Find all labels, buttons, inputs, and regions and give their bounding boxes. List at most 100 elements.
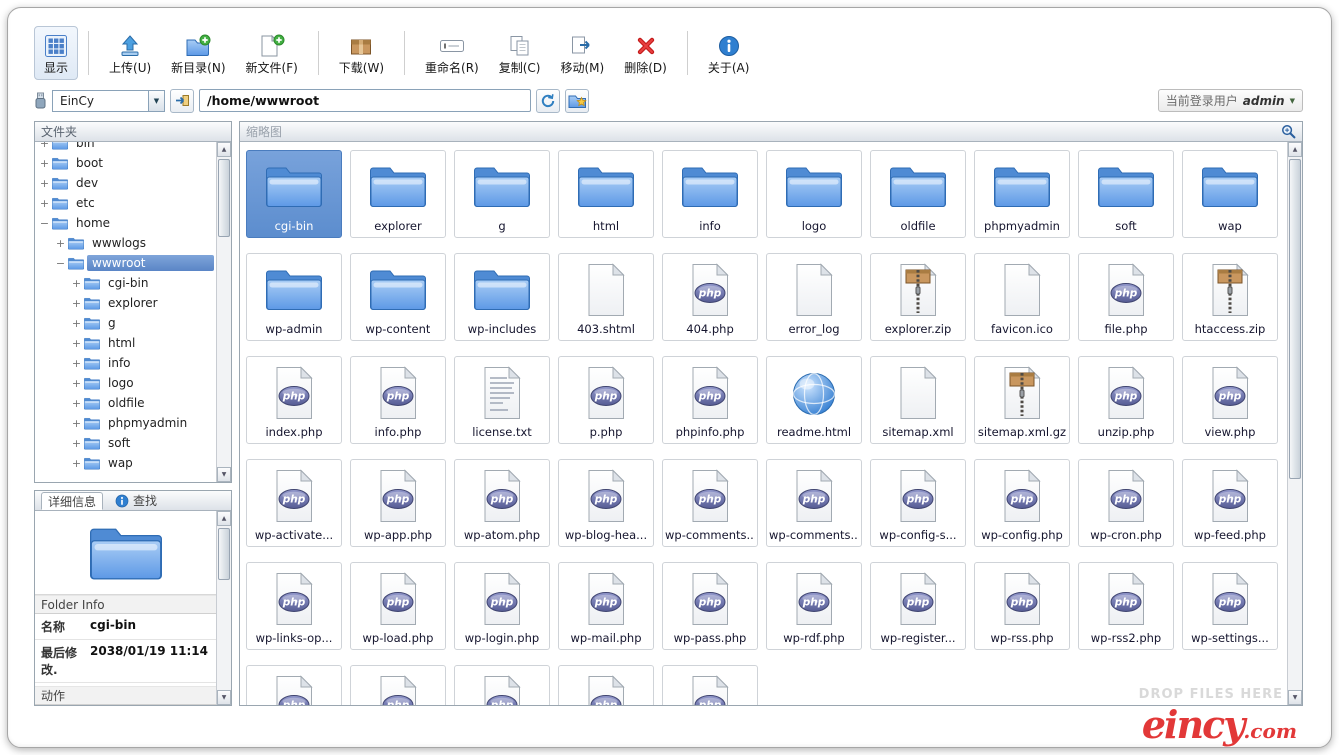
expand-toggle-icon[interactable]: − [39,217,50,230]
toolbar-button-rename[interactable]: 重命名(R) [415,26,489,80]
file-tile-phpmyadmin[interactable]: phpmyadmin [974,150,1070,238]
toolbar-button-delete[interactable]: 删除(D) [614,26,677,80]
expand-toggle-icon[interactable]: + [39,142,50,150]
tree-item-wwwroot[interactable]: − wwwroot [35,253,216,273]
file-tile-wp-mail.php[interactable]: php wp-mail.php [558,562,654,650]
site-combobox[interactable]: EinCy ▼ [52,89,165,112]
tree-item-home[interactable]: − home [35,213,216,233]
tree-item-bin[interactable]: + bin [35,142,216,153]
scroll-up-button[interactable]: ▲ [217,142,231,157]
expand-toggle-icon[interactable]: + [71,337,82,350]
scroll-track[interactable] [217,157,231,467]
toolbar-button-display[interactable]: 显示 [34,26,79,80]
file-tile-wp-rss.php[interactable]: php wp-rss.php [974,562,1070,650]
tree-item-explorer[interactable]: + explorer [35,293,216,313]
file-tile[interactable]: php [246,665,342,705]
tree-item-etc[interactable]: + etc [35,193,216,213]
tree-item-boot[interactable]: + boot [35,153,216,173]
expand-toggle-icon[interactable]: + [71,417,82,430]
file-tile-wp-pass.php[interactable]: php wp-pass.php [662,562,758,650]
toolbar-button-copy[interactable]: 复制(C) [489,26,551,80]
toolbar-button-download[interactable]: 下载(W) [329,26,394,80]
tree-item-cgi-bin[interactable]: + cgi-bin [35,273,216,293]
path-input[interactable] [199,89,531,112]
file-tile-soft[interactable]: soft [1078,150,1174,238]
expand-toggle-icon[interactable]: + [39,157,50,170]
file-tile-wp-blog-hea...[interactable]: php wp-blog-hea... [558,459,654,547]
file-tile-wp-comments...[interactable]: php wp-comments... [662,459,758,547]
file-tile-404.php[interactable]: php 404.php [662,253,758,341]
file-tile-license.txt[interactable]: license.txt [454,356,550,444]
file-tile-wp-app.php[interactable]: php wp-app.php [350,459,446,547]
file-tile-sitemap.xml[interactable]: sitemap.xml [870,356,966,444]
scroll-thumb[interactable] [218,528,230,581]
expand-toggle-icon[interactable]: + [71,277,82,290]
refresh-button[interactable] [536,88,560,113]
file-tile-unzip.php[interactable]: php unzip.php [1078,356,1174,444]
toolbar-button-new-file[interactable]: 新文件(F) [236,26,308,80]
expand-toggle-icon[interactable]: + [39,177,50,190]
go-button[interactable] [170,88,194,113]
file-tile-html[interactable]: html [558,150,654,238]
expand-toggle-icon[interactable]: + [71,437,82,450]
file-tile-wp-rdf.php[interactable]: php wp-rdf.php [766,562,862,650]
scroll-down-button[interactable]: ▼ [217,690,231,705]
file-tile-readme.html[interactable]: readme.html [766,356,862,444]
file-tile-p.php[interactable]: php p.php [558,356,654,444]
tab-details[interactable]: 详细信息 [41,492,104,510]
expand-toggle-icon[interactable]: + [71,377,82,390]
toolbar-button-about[interactable]: 关于(A) [698,26,760,80]
file-tile-info[interactable]: info [662,150,758,238]
file-tile[interactable]: php [350,665,446,705]
tree-item-wap[interactable]: + wap [35,453,216,473]
tab-search[interactable]: 查找 [109,492,163,510]
file-tile-view.php[interactable]: php view.php [1182,356,1278,444]
expand-toggle-icon[interactable]: − [55,257,66,270]
file-tile-wp-activate...[interactable]: php wp-activate... [246,459,342,547]
file-tile-sitemap.xml.gz[interactable]: sitemap.xml.gz [974,356,1070,444]
tree-item-logo[interactable]: + logo [35,373,216,393]
file-tile-oldfile[interactable]: oldfile [870,150,966,238]
file-tile-logo[interactable]: logo [766,150,862,238]
file-tile-cgi-bin[interactable]: cgi-bin [246,150,342,238]
expand-toggle-icon[interactable]: + [71,457,82,470]
file-tile-info.php[interactable]: php info.php [350,356,446,444]
expand-toggle-icon[interactable]: + [71,297,82,310]
tree-item-html[interactable]: + html [35,333,216,353]
tree-item-phpmyadmin[interactable]: + phpmyadmin [35,413,216,433]
file-tile-wp-feed.php[interactable]: php wp-feed.php [1182,459,1278,547]
tree-item-wwwlogs[interactable]: + wwwlogs [35,233,216,253]
file-tile-wp-cron.php[interactable]: php wp-cron.php [1078,459,1174,547]
file-tile-favicon.ico[interactable]: favicon.ico [974,253,1070,341]
file-tile-wp-load.php[interactable]: php wp-load.php [350,562,446,650]
file-tile-wp-links-op...[interactable]: php wp-links-op... [246,562,342,650]
toolbar-button-upload[interactable]: 上传(U) [99,26,161,80]
file-tile[interactable]: php [454,665,550,705]
tree-item-g[interactable]: + g [35,313,216,333]
scroll-thumb[interactable] [218,159,230,237]
file-tile-explorer.zip[interactable]: explorer.zip [870,253,966,341]
file-tile-403.shtml[interactable]: 403.shtml [558,253,654,341]
file-tile-wp-settings...[interactable]: php wp-settings... [1182,562,1278,650]
file-tile-htaccess.zip[interactable]: htaccess.zip [1182,253,1278,341]
file-tile-wap[interactable]: wap [1182,150,1278,238]
expand-toggle-icon[interactable]: + [71,317,82,330]
file-tile-wp-content[interactable]: wp-content [350,253,446,341]
file-tile-explorer[interactable]: explorer [350,150,446,238]
file-tile-wp-config.php[interactable]: php wp-config.php [974,459,1070,547]
favorite-button[interactable] [565,88,589,113]
tree-item-info[interactable]: + info [35,353,216,373]
toolbar-button-move[interactable]: 移动(M) [550,26,614,80]
expand-toggle-icon[interactable]: + [55,237,66,250]
expand-toggle-icon[interactable]: + [71,397,82,410]
file-tile-index.php[interactable]: php index.php [246,356,342,444]
expand-toggle-icon[interactable]: + [71,357,82,370]
current-user-box[interactable]: 当前登录用户 admin ▼ [1157,89,1303,112]
file-tile-error_log[interactable]: error_log [766,253,862,341]
file-tile[interactable]: php [662,665,758,705]
tree-item-oldfile[interactable]: + oldfile [35,393,216,413]
scroll-track[interactable] [217,526,231,690]
scroll-thumb[interactable] [1289,159,1301,479]
expand-toggle-icon[interactable]: + [39,197,50,210]
file-tile-phpinfo.php[interactable]: php phpinfo.php [662,356,758,444]
